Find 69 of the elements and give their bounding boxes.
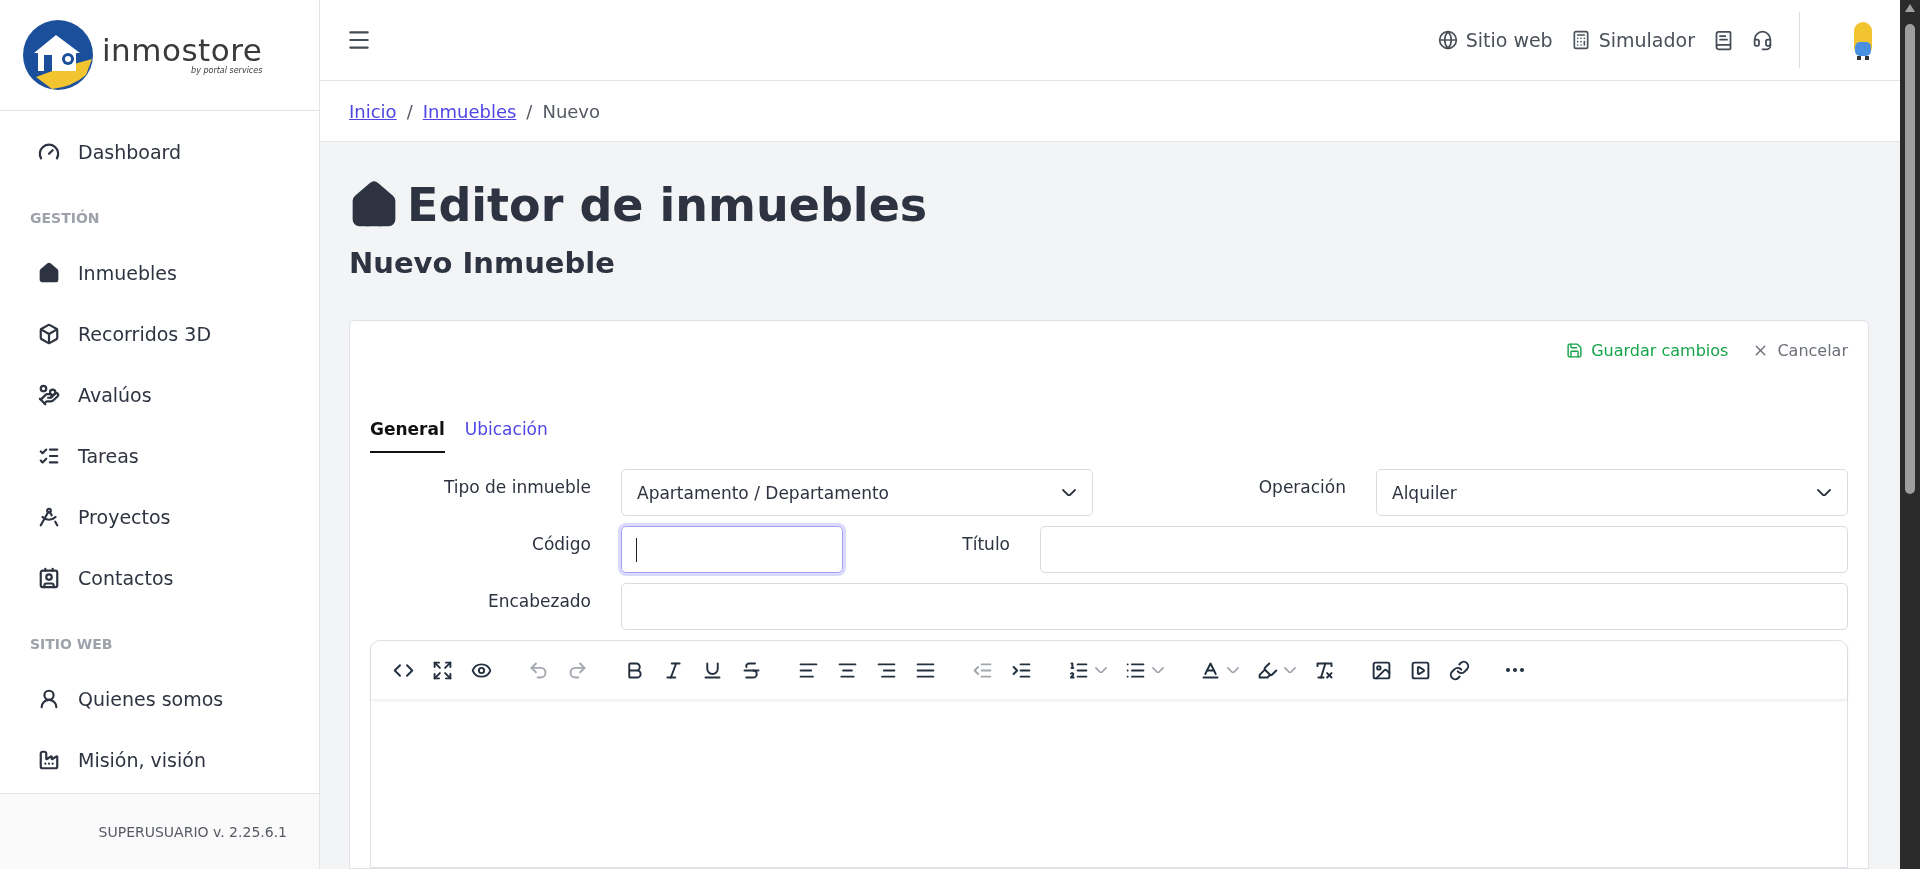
text-color-icon [1200,659,1221,681]
sidebar-item[interactable]: Misión, visión [0,729,319,790]
input-field[interactable] [1040,526,1848,573]
sidebar-item[interactable]: Avalúos [0,364,319,425]
page-title: Editor de inmuebles [407,178,928,232]
hand-coin-icon [38,383,60,406]
field-label: Operación [1258,476,1346,497]
logo-icon [22,19,94,91]
header-link[interactable]: Sitio web [1437,29,1553,51]
chevron-down-icon [1152,666,1164,674]
person-icon [38,687,60,710]
chevron-down-icon [1284,666,1296,674]
save-icon [1566,341,1584,359]
video-icon [1410,659,1431,681]
compass-icon [38,505,60,528]
link-icon [1449,659,1470,681]
field-label: Código [532,533,591,554]
chevron-down-icon [1817,488,1831,497]
sidebar-item[interactable]: Recorridos 3D [0,303,319,364]
cube-icon [38,322,60,345]
chevron-down-icon [1227,666,1239,674]
section-heading: SITIO WEB [29,635,114,654]
tab[interactable]: General [370,419,445,453]
field-label: Encabezado [487,590,591,611]
sidebar-item[interactable]: Proyectos [0,486,319,547]
house-icon [38,261,60,284]
input-field[interactable] [621,583,1848,630]
sidebar-item[interactable]: Tareas [0,425,319,486]
version-label: SUPERUSUARIO v. 2.25.6.1 [0,793,319,869]
tab[interactable]: Ubicación [464,419,548,453]
avatar-icon[interactable] [1852,20,1874,60]
text-color-button[interactable] [1200,659,1239,681]
sidebar-item[interactable]: Dashboard [0,121,319,182]
logo-name: inmostore [102,35,263,66]
header-link[interactable]: Simulador [1570,29,1695,51]
input-field[interactable] [621,526,843,573]
breadcrumb-link[interactable]: Inicio [349,100,397,122]
video-button[interactable] [1410,659,1431,681]
globe-icon [1437,30,1458,50]
page-subtitle: Nuevo Inmueble [349,246,616,280]
fullscreen-icon [432,659,453,681]
section-heading: GESTIÓN [29,208,101,228]
cancel-button[interactable]: Cancelar [1752,340,1848,360]
field-label: Tipo de inmueble [443,476,591,497]
breadcrumb-separator: / [526,100,533,122]
chevron-down-icon [1062,488,1076,497]
fullscreen-button[interactable] [432,659,453,681]
image-button[interactable] [1371,659,1392,681]
sidebar-item[interactable]: Quienes somos [0,668,319,729]
chevron-down-icon [1095,666,1107,674]
breadcrumb-link[interactable]: Inmuebles [422,100,517,122]
field-label: Título [962,533,1010,554]
book-button[interactable] [1713,29,1734,51]
scrollbar[interactable] [1900,0,1920,869]
breadcrumb-current: Nuevo [542,100,601,122]
more-button[interactable] [1506,668,1524,672]
select-field[interactable]: Alquiler [1376,469,1848,516]
more-icon [1506,668,1524,672]
contact-card-icon [38,566,60,589]
factory-icon [38,748,60,771]
headset-button[interactable] [1752,29,1773,51]
link-button[interactable] [1449,659,1470,681]
image-icon [1371,659,1392,681]
scroll-up-arrow-icon[interactable] [1905,4,1915,12]
select-field[interactable]: Apartamento / Departamento [621,469,1093,516]
sidebar-item[interactable]: Contactos [0,547,319,608]
breadcrumb-separator: / [406,100,413,122]
sidebar-item[interactable]: Inmuebles [0,242,319,303]
logo-tagline: by portal services [191,67,263,75]
